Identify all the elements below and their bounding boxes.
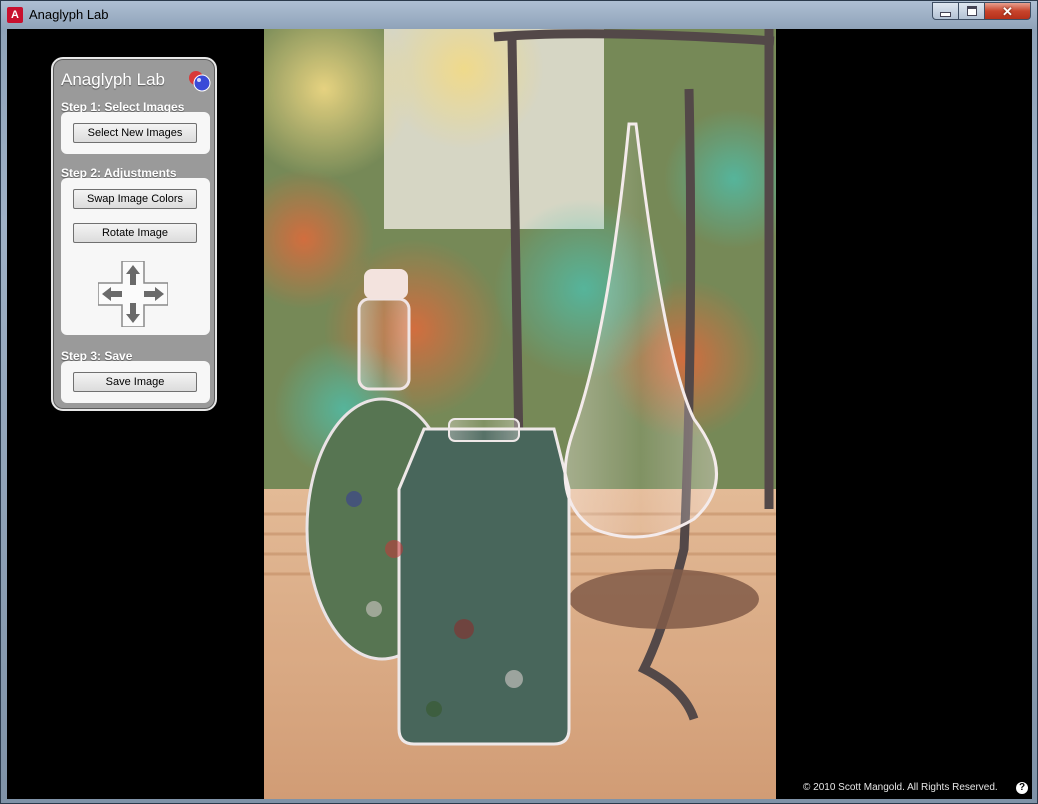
step2-box: Swap Image Colors Rotate Image [61,178,210,335]
select-new-images-button[interactable]: Select New Images [73,123,197,143]
save-image-button[interactable]: Save Image [73,372,197,392]
minimize-button[interactable] [932,2,959,20]
nudge-dpad [98,261,168,327]
control-panel: Anaglyph Lab Step 1: Select Images Selec… [51,57,217,411]
adobe-air-icon: A [7,7,23,23]
copyright-text: © 2010 Scott Mangold. All Rights Reserve… [803,782,998,793]
rotate-image-button[interactable]: Rotate Image [73,223,197,243]
panel-title: Anaglyph Lab [61,70,165,89]
maximize-button[interactable] [959,2,985,20]
maximize-icon [966,6,977,16]
close-button[interactable]: ✕ [985,2,1031,20]
title-bar[interactable]: A Anaglyph Lab ✕ [1,1,1037,29]
anaglyph-photo[interactable] [264,29,776,799]
window-title: Anaglyph Lab [29,7,109,22]
step3-box: Save Image [61,361,210,403]
anaglyph-spheres-icon [189,71,211,92]
main-canvas: Anaglyph Lab Step 1: Select Images Selec… [7,29,1032,799]
photo-illustration [264,29,776,799]
swap-image-colors-button[interactable]: Swap Image Colors [73,189,197,209]
step1-box: Select New Images [61,112,210,154]
window-controls: ✕ [932,2,1031,20]
app-window: A Anaglyph Lab ✕ Anaglyph Lab Step 1: Se… [0,0,1038,804]
close-icon: ✕ [1002,3,1013,19]
help-icon[interactable]: ? [1016,782,1028,794]
minimize-icon [940,11,951,17]
